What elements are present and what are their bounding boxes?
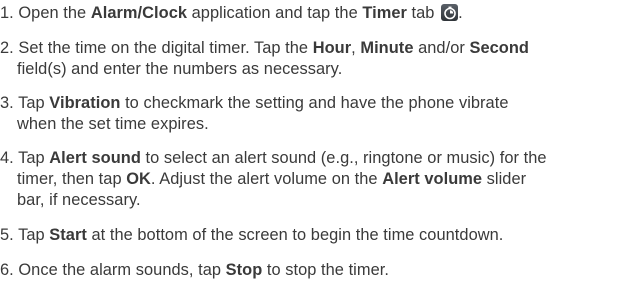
step-5: 5. Tap Start at the bottom of the screen… [0, 225, 630, 246]
step-1: 1. Open the Alarm/Clock application and … [0, 3, 630, 24]
ui-term: Hour [312, 39, 352, 57]
step-text: to stop the timer. [262, 261, 389, 279]
step-number: 6. [0, 261, 14, 279]
step-text: Tap [13, 94, 50, 112]
step-text: slider [482, 170, 527, 188]
step-number: 1. [0, 4, 14, 22]
step-2-line-1: 2. Set the time on the digital timer. Ta… [0, 38, 630, 59]
step-text: application and tap the [187, 4, 363, 22]
step-text: to checkmark the setting and have the ph… [120, 94, 509, 112]
step-text: . Adjust the alert volume on the [150, 170, 383, 188]
step-5-line-1: 5. Tap Start at the bottom of the screen… [0, 225, 630, 246]
step-text: when the set time expires. [17, 115, 209, 133]
step-text: Once the alarm sounds, tap [13, 261, 226, 279]
step-6-line-1: 6. Once the alarm sounds, tap Stop to st… [0, 260, 630, 281]
timer-tab-icon [441, 4, 459, 21]
ui-term: Minute [360, 39, 414, 57]
step-text: Set the time on the digital timer. Tap t… [13, 39, 313, 57]
step-4: 4. Tap Alert sound to select an alert so… [0, 148, 630, 211]
step-6: 6. Once the alarm sounds, tap Stop to st… [0, 260, 630, 281]
step-3: 3. Tap Vibration to checkmark the settin… [0, 93, 630, 135]
step-text: at the bottom of the screen to begin the… [86, 226, 504, 244]
step-2: 2. Set the time on the digital timer. Ta… [0, 38, 630, 80]
ui-term: Vibration [49, 94, 121, 112]
step-number: 2. [0, 39, 14, 57]
step-text: . [458, 4, 463, 22]
step-4-line-2: timer, then tap OK. Adjust the alert vol… [0, 169, 630, 190]
step-text: bar, if necessary. [17, 191, 141, 209]
ui-term: Second [469, 39, 529, 57]
step-4-line-3: bar, if necessary. [0, 190, 630, 211]
step-text: Open the [13, 4, 91, 22]
step-text: timer, then tap [17, 170, 127, 188]
step-text: , [351, 39, 361, 57]
step-1-line-1: 1. Open the Alarm/Clock application and … [0, 3, 630, 24]
step-text: Tap [13, 149, 50, 167]
step-number: 3. [0, 94, 14, 112]
step-3-line-2: when the set time expires. [0, 114, 630, 135]
step-text: and/or [413, 39, 470, 57]
step-text: Tap [13, 226, 50, 244]
ui-term: Alert sound [49, 149, 141, 167]
step-text: field(s) and enter the numbers as necess… [17, 60, 343, 78]
ui-term: Start [49, 226, 87, 244]
step-text: tab [406, 4, 440, 22]
step-3-line-1: 3. Tap Vibration to checkmark the settin… [0, 93, 630, 114]
ui-term: OK [126, 170, 151, 188]
ui-term: Timer [362, 4, 407, 22]
step-text: to select an alert sound (e.g., ringtone… [140, 149, 547, 167]
step-number: 5. [0, 226, 14, 244]
step-2-line-2: field(s) and enter the numbers as necess… [0, 59, 630, 80]
step-4-line-1: 4. Tap Alert sound to select an alert so… [0, 148, 630, 169]
ui-term: Alarm/Clock [90, 4, 188, 22]
ui-term: Alert volume [382, 170, 483, 188]
ui-term: Stop [225, 261, 263, 279]
step-number: 4. [0, 149, 14, 167]
